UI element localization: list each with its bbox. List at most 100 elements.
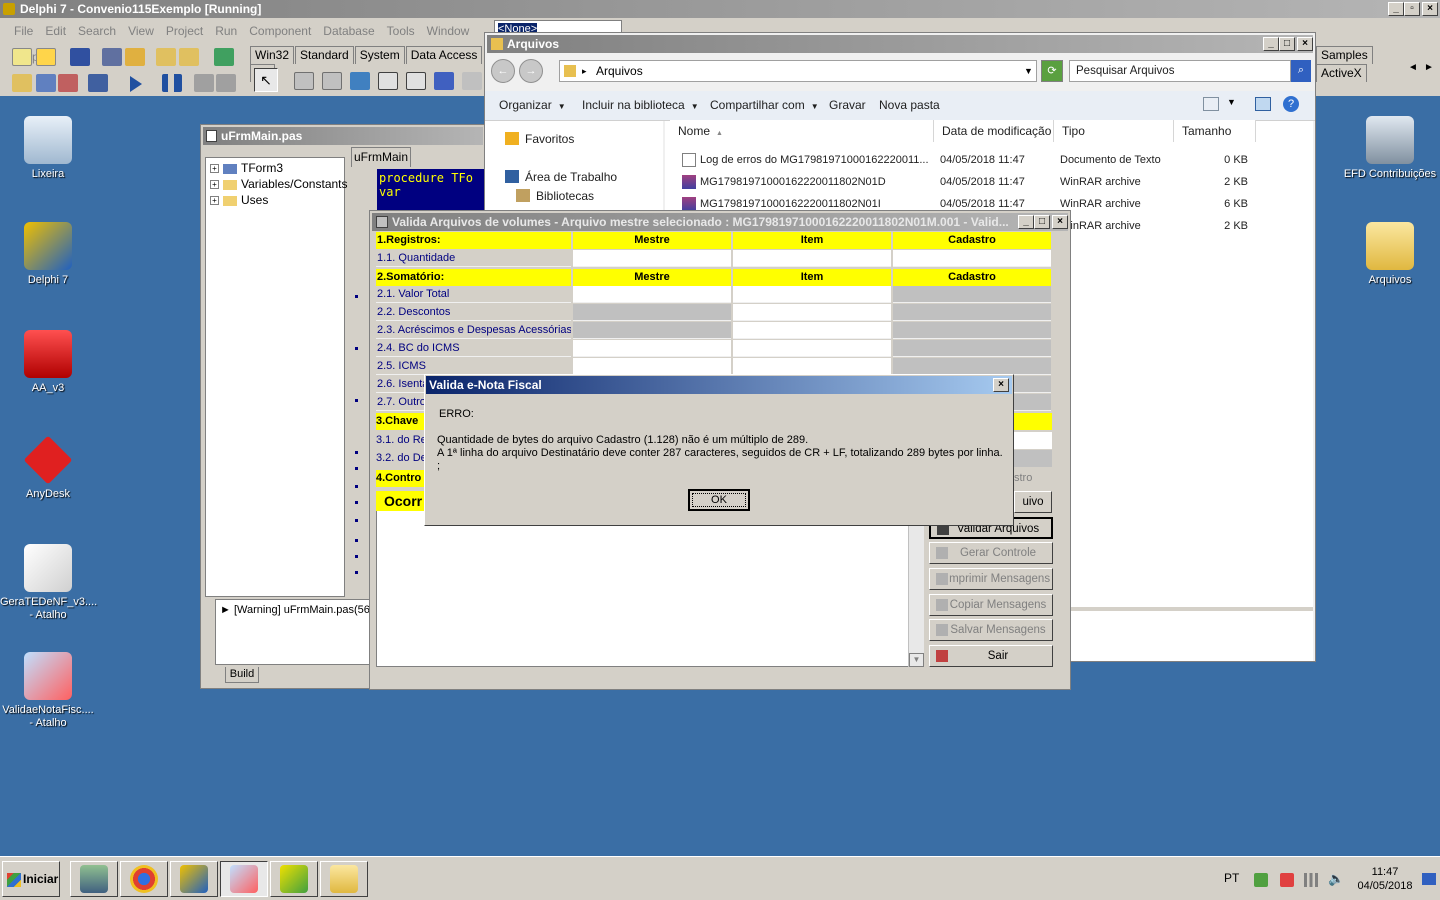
explorer-minimize-button[interactable]: _ (1263, 37, 1279, 51)
tree-node[interactable]: + Variables/Constants (210, 176, 348, 192)
taskbar-app-chrome[interactable] (120, 861, 168, 897)
view-options-icon[interactable] (1203, 97, 1219, 111)
tray-security-icon[interactable] (1254, 873, 1268, 887)
column-header-2[interactable]: Tipo (1054, 120, 1174, 142)
file-row[interactable]: MG17981971000162220011802N01D 04/05/2018 … (682, 171, 1312, 193)
valida-button-2[interactable]: Gerar Controle (929, 542, 1053, 564)
show-desktop-button[interactable] (1422, 873, 1436, 885)
preview-pane-icon[interactable] (1255, 97, 1271, 111)
toolbar-1[interactable]: Incluir na biblioteca ▼ (582, 91, 699, 121)
tray-volume-icon[interactable]: 🔈 (1328, 871, 1344, 887)
start-button[interactable]: Iniciar (2, 861, 60, 897)
pointer-icon[interactable]: ↖ (254, 68, 278, 92)
nav-item-2[interactable]: Bibliotecas (516, 187, 594, 205)
desktop-icon-recycle-bin[interactable]: Lixeira (0, 116, 96, 181)
view-dropdown-icon[interactable]: ▼ (1227, 97, 1236, 107)
new-icon[interactable] (12, 48, 32, 66)
explorer-maximize-button[interactable]: □ (1279, 37, 1295, 51)
pause-icon[interactable] (162, 74, 182, 92)
clock[interactable]: 11:47 04/05/2018 (1350, 865, 1420, 893)
toolbar-4[interactable]: Nova pasta (879, 91, 940, 119)
save-all-icon[interactable] (102, 48, 122, 66)
remove-file-icon[interactable] (179, 48, 199, 66)
help-icon[interactable]: ? (1283, 96, 1299, 112)
palette-tab-3[interactable]: Data Access (405, 46, 483, 64)
menu-file[interactable]: File (8, 18, 39, 44)
search-input[interactable]: Pesquisar Arquivos (1069, 60, 1291, 82)
button-icon[interactable] (434, 72, 454, 90)
valida-maximize-button[interactable]: □ (1034, 215, 1050, 229)
run-icon[interactable] (130, 76, 142, 92)
expand-icon[interactable]: + (210, 164, 219, 174)
menu-view[interactable]: View (122, 18, 160, 44)
desktop-icon-sped[interactable]: EFD Contribuições (1342, 116, 1438, 181)
tray-network-icon[interactable] (1304, 873, 1318, 887)
add-file-icon[interactable] (156, 48, 176, 66)
nav-item-0[interactable]: Favoritos (505, 130, 574, 148)
valida-close-button[interactable]: × (1052, 215, 1068, 229)
expand-icon[interactable]: + (210, 196, 219, 206)
palette-tab-0[interactable]: Win32 (250, 46, 295, 64)
taskbar-app-delphi[interactable] (170, 861, 218, 897)
popup-menu-icon[interactable] (322, 72, 342, 90)
step-over-icon[interactable] (216, 74, 236, 92)
view-form-icon[interactable] (36, 74, 56, 92)
build-tab[interactable]: Build (225, 667, 259, 683)
editor-tab[interactable]: uFrmMain (351, 147, 411, 167)
restore-button[interactable]: ▫ (1404, 2, 1420, 16)
valida-button-5[interactable]: Salvar Mensagens (929, 619, 1053, 641)
trace-into-icon[interactable] (194, 74, 214, 92)
column-header-0[interactable]: Nome ▲ (670, 120, 934, 142)
taskbar-app-app-network[interactable] (70, 861, 118, 897)
expand-icon[interactable]: + (210, 180, 219, 190)
column-header-3[interactable]: Tamanho (1174, 120, 1256, 142)
save-icon[interactable] (70, 48, 90, 66)
valida-button-0[interactable]: uivo (1014, 491, 1052, 513)
taskbar-app-folder[interactable] (320, 861, 368, 897)
tree-node[interactable]: + TForm3 (210, 160, 344, 176)
search-icon[interactable]: ⌕ (1291, 60, 1311, 82)
forward-button[interactable]: → (519, 59, 543, 83)
palette-tab-right-0[interactable]: Samples (1316, 46, 1373, 64)
new-form-icon[interactable] (88, 74, 108, 92)
valida-button-3[interactable]: Imprimir Mensagens (929, 568, 1053, 590)
desktop-icon-folder[interactable]: Arquivos (1342, 222, 1438, 287)
desktop-icon-autocad[interactable]: AA_v3 (0, 330, 96, 395)
close-button[interactable]: × (1422, 2, 1438, 16)
chevron-down-icon[interactable]: ▼ (1024, 61, 1033, 81)
memo-icon[interactable] (406, 72, 426, 90)
explorer-close-button[interactable]: × (1297, 37, 1313, 51)
valida-button-4[interactable]: Copiar Mensagens (929, 594, 1053, 616)
back-button[interactable]: ← (491, 59, 515, 83)
view-unit-icon[interactable] (12, 74, 32, 92)
desktop-icon-delphi[interactable]: Delphi 7 (0, 222, 96, 287)
palette-tab-1[interactable]: Standard (295, 46, 354, 64)
desktop-icon-disc-document[interactable]: GeraTEDeNF_v3.... - Atalho (0, 544, 97, 622)
menu-project[interactable]: Project (160, 18, 209, 44)
menu-component[interactable]: Component (243, 18, 317, 44)
open-icon[interactable] (36, 48, 56, 66)
menu-edit[interactable]: Edit (39, 18, 72, 44)
valida-minimize-button[interactable]: _ (1018, 215, 1034, 229)
toolbar-3[interactable]: Gravar (829, 91, 866, 119)
menu-run[interactable]: Run (209, 18, 243, 44)
checkbox-icon[interactable] (462, 72, 482, 90)
minimize-button[interactable]: _ (1388, 2, 1404, 16)
open-project-icon[interactable] (125, 48, 145, 66)
taskbar-app-delphi7[interactable] (270, 861, 318, 897)
file-row[interactable]: Log de erros do MG17981971000162220011..… (682, 149, 1312, 171)
desktop-icon-magnifier-disc[interactable]: ValidaeNotaFisc.... - Atalho (0, 652, 96, 730)
palette-tab-2[interactable]: System (354, 46, 405, 64)
tree-node[interactable]: + Uses (210, 192, 344, 208)
column-header-1[interactable]: Data de modificação (934, 120, 1054, 142)
toolbar-2[interactable]: Compartilhar com ▼ (710, 91, 819, 121)
tray-flag-icon[interactable] (1280, 873, 1294, 887)
language-indicator[interactable]: PT (1224, 871, 1239, 885)
ok-button[interactable]: OK (688, 489, 750, 511)
palette-scroll-left[interactable]: ◄ (1406, 62, 1420, 76)
help-icon[interactable] (214, 48, 234, 66)
palette-tab-right-1[interactable]: ActiveX (1316, 64, 1367, 82)
menu-search[interactable]: Search (72, 18, 122, 44)
dialog-close-button[interactable]: × (993, 378, 1009, 392)
label-icon[interactable] (350, 72, 370, 90)
